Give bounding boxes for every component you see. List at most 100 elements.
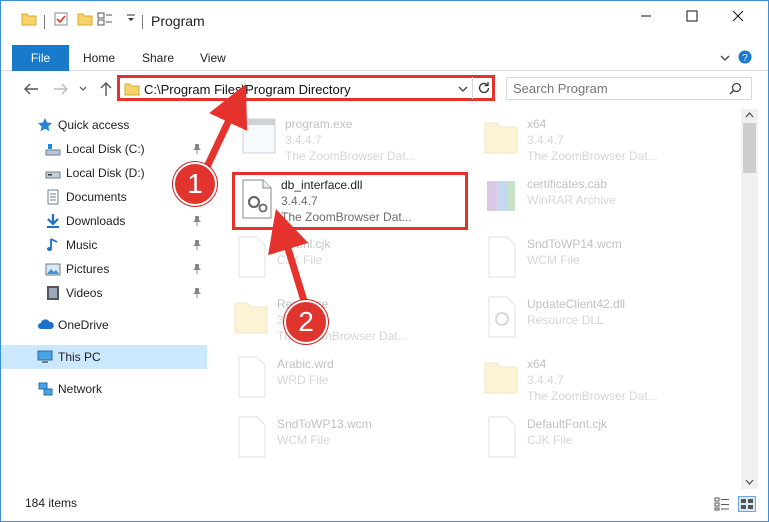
nav-network[interactable]: Network [1,377,207,401]
file-detail: 3.4.4.7 [527,373,564,387]
nav-label: Videos [66,286,103,300]
nav-item-pictures[interactable]: Pictures [1,257,207,281]
nav-item-videos[interactable]: Videos [1,281,207,305]
dll-icon [481,295,521,339]
details-view-icon[interactable] [714,497,730,511]
file-name: Arabic.wrd [277,357,334,371]
file-item[interactable]: x64 3.4.4.7 The ZoomBrowser Dat... [481,351,721,411]
status-bar: 184 items [1,491,768,521]
explorer-window: Program File Home Share View ? C:\Progra… [0,0,769,522]
large-icons-view-icon[interactable] [738,496,756,512]
scrollbar-thumb[interactable] [743,123,756,173]
folder-icon [231,295,271,339]
pin-icon[interactable] [192,287,202,299]
file-item[interactable]: program.exe 3.4.4.7 The ZoomBrowser Dat.… [239,111,479,171]
folder-icon [124,82,140,96]
documents-icon [45,189,61,205]
tab-home[interactable]: Home [83,51,115,65]
tab-view[interactable]: View [200,51,226,65]
file-detail: CJK File [277,253,323,267]
scroll-down-icon[interactable] [745,479,754,486]
file-item[interactable]: ZbNml.cjk CJK File [231,231,471,291]
music-icon [45,237,61,253]
file-detail: 3.4.4.7 [285,133,322,147]
file-name: DefaultFont.cjk [527,417,608,431]
folder-icon[interactable] [21,11,37,27]
file-detail: The ZoomBrowser Dat... [281,210,412,224]
search-input[interactable] [513,80,723,97]
vertical-scrollbar[interactable] [741,109,758,489]
nav-label: Local Disk (D:) [66,166,145,180]
up-arrow-icon[interactable] [96,79,116,99]
file-name: certificates.cab [527,177,608,191]
file-icon [481,415,521,459]
customize-toolbar-icon[interactable] [97,11,113,27]
file-detail: WinRAR Archive [527,193,616,207]
tab-share[interactable]: Share [142,51,174,65]
address-bar[interactable]: C:\Program Files\Program Directory [117,75,495,101]
nav-label: Music [66,238,98,252]
file-name: ZbNml.cjk [277,237,331,251]
nav-item-music[interactable]: Music [1,233,207,257]
file-item[interactable]: SndToWP14.wcm WCM File [481,231,721,291]
nav-this-pc[interactable]: This PC [1,345,207,369]
nav-item-local-disk-c[interactable]: Local Disk (C:) [1,137,207,161]
file-icon [231,235,271,279]
file-item[interactable]: SndToWP13.wcm WCM File [231,411,471,471]
chevron-down-icon[interactable] [126,13,142,29]
file-name: SndToWP13.wcm [277,417,372,431]
address-path[interactable]: C:\Program Files\Program Directory [144,82,351,97]
ribbon-tabs: File Home Share View ? [1,45,768,71]
file-item[interactable]: Arabic.wrd WRD File [231,351,471,411]
file-detail: Resource DLL [527,313,604,327]
refresh-icon[interactable] [477,81,491,95]
help-icon[interactable]: ? [738,50,752,64]
highlighted-file-item[interactable]: db_interface.dll 3.4.4.7 The ZoomBrowser… [232,172,468,230]
file-detail: WCM File [277,433,330,447]
nav-item-downloads[interactable]: Downloads [1,209,207,233]
file-icon [231,415,271,459]
chevron-down-icon[interactable] [719,52,731,64]
pictures-icon [45,261,61,277]
search-icon[interactable] [729,82,742,95]
dll-icon [237,176,277,220]
file-item[interactable]: certificates.cab WinRAR Archive [481,171,721,231]
window-title: Program [151,13,205,29]
pin-icon[interactable] [192,263,202,275]
new-folder-icon[interactable] [77,11,93,27]
file-detail: The ZoomBrowser Dat... [285,149,416,163]
nav-label: Pictures [66,262,110,276]
scroll-up-icon[interactable] [745,111,754,118]
file-item[interactable]: UpdateClient42.dll Resource DLL [481,291,721,351]
chevron-down-icon[interactable] [457,84,469,94]
tab-file[interactable]: File [12,45,69,71]
nav-label: This PC [58,350,101,364]
nav-onedrive[interactable]: OneDrive [1,313,207,337]
pin-icon[interactable] [192,239,202,251]
maximize-button[interactable] [669,1,715,31]
file-detail: The ZoomBrowser Dat... [527,389,658,403]
close-button[interactable] [715,1,761,31]
callout-badge-1: 1 [173,162,217,206]
forward-arrow-icon[interactable] [51,79,71,99]
minimize-button[interactable] [623,1,669,31]
back-arrow-icon[interactable] [21,79,41,99]
navigation-pane: Quick access Local Disk (C:) Local Disk … [1,109,207,489]
properties-icon[interactable] [53,11,69,27]
cloud-icon [37,317,54,333]
pin-icon[interactable] [192,215,202,227]
file-detail: WCM File [527,253,580,267]
file-name: db_interface.dll [281,178,363,192]
file-item[interactable]: x64 3.4.4.7 The ZoomBrowser Dat... [481,111,721,171]
separator [44,15,45,29]
separator [472,77,473,99]
file-item-db-interface[interactable]: db_interface.dll 3.4.4.7 The ZoomBrowser… [235,172,465,232]
pin-icon[interactable] [192,143,202,155]
file-item[interactable]: Resource 3.4.4.7 The ZoomBrowser Dat... [231,291,471,351]
search-box[interactable] [506,77,752,100]
file-item[interactable]: DefaultFont.cjk CJK File [481,411,721,471]
recent-locations-icon[interactable] [76,79,90,99]
network-icon [37,381,53,397]
nav-quick-access[interactable]: Quick access [1,113,207,137]
archive-icon [481,175,521,219]
